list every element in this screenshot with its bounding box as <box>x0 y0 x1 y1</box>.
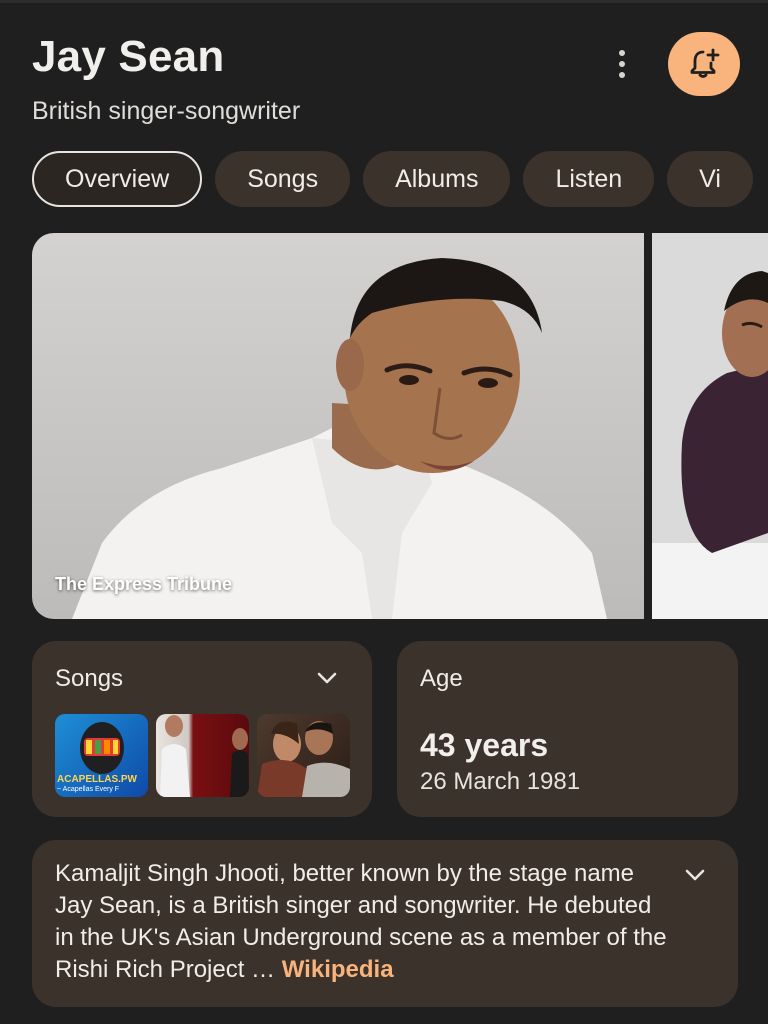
tab-bar: Overview Songs Albums Listen Vi <box>32 151 753 207</box>
song-thumbnail[interactable] <box>156 714 249 797</box>
secondary-photo[interactable] <box>652 233 768 619</box>
description-ellipsis: … <box>244 956 282 983</box>
age-card-label: Age <box>420 665 463 692</box>
age-card[interactable]: Age 43 years 26 March 1981 <box>397 641 738 817</box>
chevron-down-icon[interactable] <box>682 862 708 888</box>
portrait-image-2 <box>652 233 768 619</box>
description-text: Kamaljit Singh Jhooti, better known by t… <box>55 858 675 986</box>
follow-notification-button[interactable] <box>668 32 740 96</box>
song-artwork <box>160 715 249 797</box>
song-thumbnails: ACAPELLAS.PW ~ Acapellas Every F <box>55 714 350 797</box>
songs-card-label: Songs <box>55 665 124 692</box>
songs-card[interactable]: Songs ACAPELLAS.PW ~ Acapellas Every F <box>32 641 372 817</box>
song-thumbnail[interactable]: ACAPELLAS.PW ~ Acapellas Every F <box>55 714 148 797</box>
main-photo[interactable]: The Express Tribune <box>32 233 644 619</box>
birth-date: 26 March 1981 <box>420 768 581 795</box>
description-card[interactable]: Kamaljit Singh Jhooti, better known by t… <box>32 840 738 1007</box>
photo-source-caption: The Express Tribune <box>55 574 233 594</box>
tab-videos[interactable]: Vi <box>667 151 753 207</box>
top-divider <box>0 0 768 3</box>
song-artwork <box>257 721 350 797</box>
tab-overview[interactable]: Overview <box>32 151 203 207</box>
more-options-button[interactable] <box>604 44 640 84</box>
entity-title: Jay Sean <box>32 32 225 81</box>
entity-subtitle: British singer-songwriter <box>32 97 301 125</box>
tab-songs[interactable]: Songs <box>215 151 351 207</box>
age-value: 43 years <box>420 727 549 763</box>
notification-add-icon <box>690 48 720 78</box>
more-vert-icon <box>619 50 625 78</box>
tab-listen[interactable]: Listen <box>523 151 655 207</box>
wikipedia-link[interactable]: Wikipedia <box>282 956 394 983</box>
chevron-down-icon[interactable] <box>314 665 340 691</box>
song-thumbnail-text: ACAPELLAS.PW <box>57 774 137 785</box>
song-thumbnail[interactable] <box>257 714 350 797</box>
song-thumbnail-subtext: ~ Acapellas Every F <box>57 786 120 793</box>
portrait-image <box>72 258 607 619</box>
tab-albums[interactable]: Albums <box>363 151 511 207</box>
